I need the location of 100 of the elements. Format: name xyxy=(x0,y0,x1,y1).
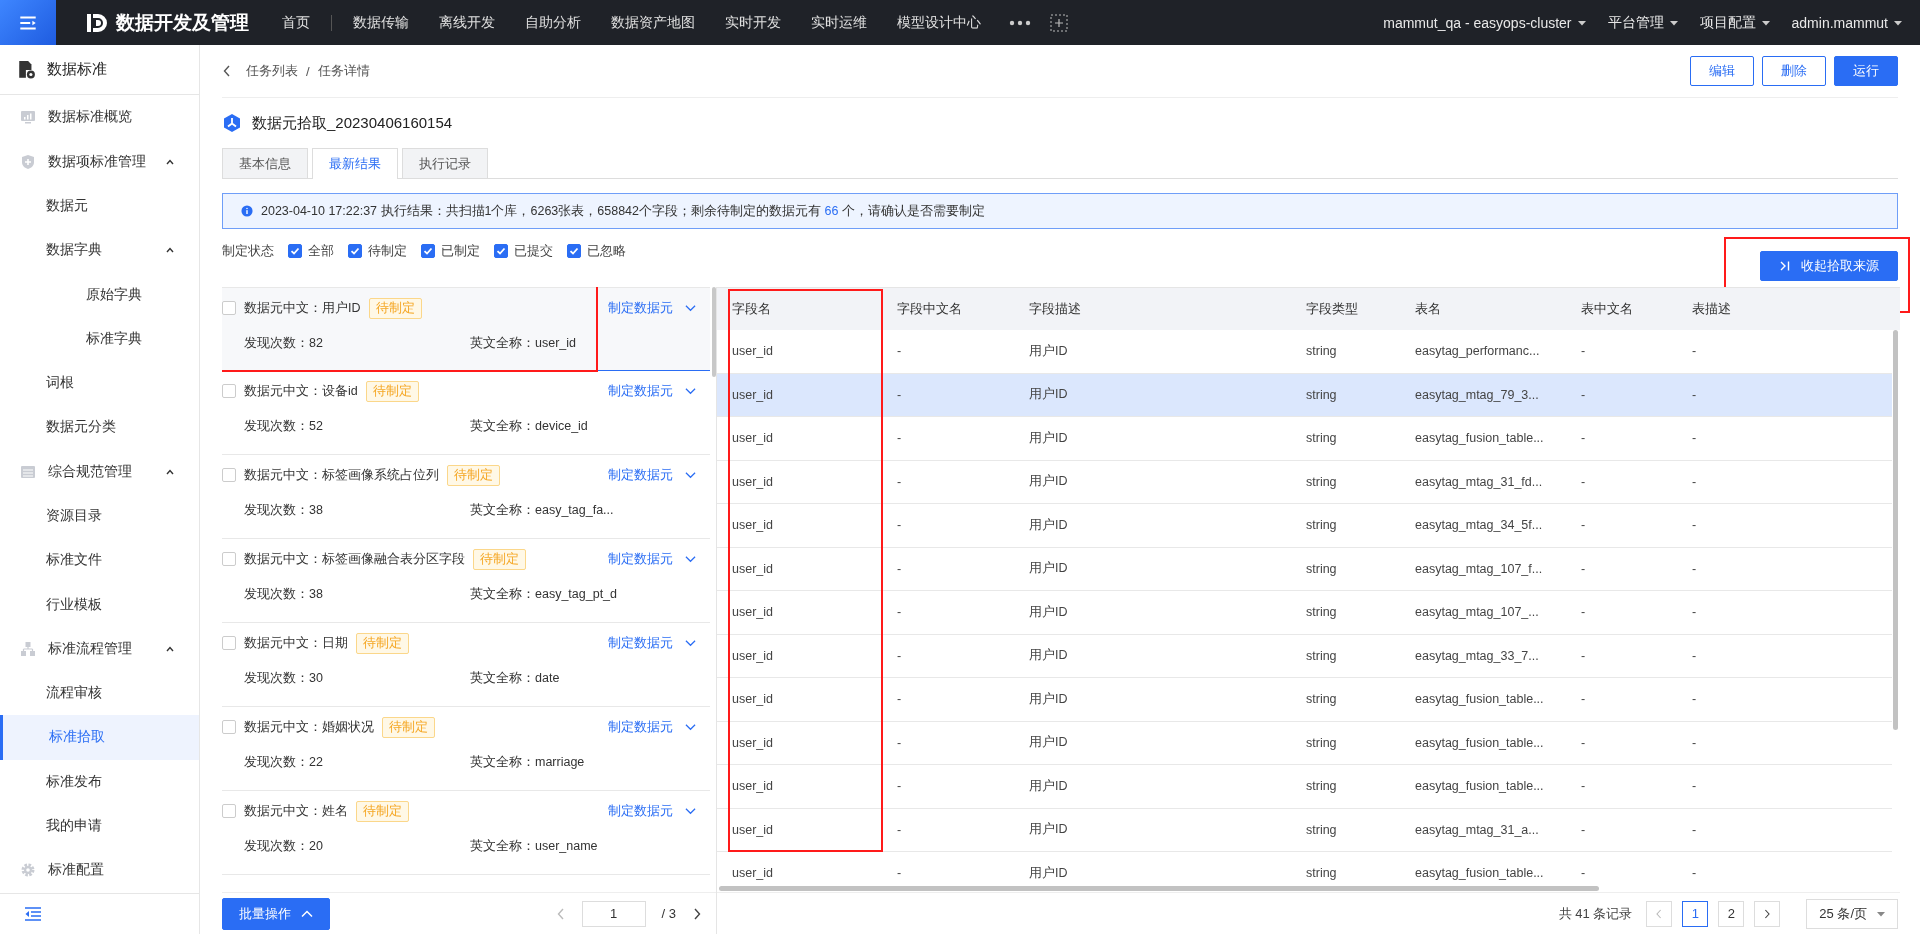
checkbox-label: 待制定 xyxy=(368,242,407,260)
checkbox[interactable] xyxy=(288,244,302,258)
chevron-down-icon[interactable] xyxy=(685,639,696,647)
define-link[interactable]: 制定数据元 xyxy=(608,718,673,736)
table-row[interactable]: user_id - 用户ID string easytag_mtag_107_f... - - xyxy=(717,547,1892,591)
sidebar-item[interactable]: 行业模板 xyxy=(0,582,199,627)
sidebar-item[interactable]: 标准拾取 xyxy=(0,715,199,760)
sidebar-item[interactable]: 数据元分类 xyxy=(0,405,199,450)
action-button[interactable]: 编辑 xyxy=(1690,56,1754,86)
sidebar-item[interactable]: 数据标准概览 xyxy=(0,95,199,140)
batch-button[interactable]: 批量操作 xyxy=(222,897,330,930)
chevron-down-icon[interactable] xyxy=(685,555,696,563)
table-row[interactable]: user_id - 用户ID string easytag_mtag_34_5f... - - xyxy=(717,504,1892,548)
collapse-menu-icon[interactable] xyxy=(24,905,42,922)
checkbox[interactable] xyxy=(222,636,236,650)
action-button[interactable]: 删除 xyxy=(1762,56,1826,86)
top-menu[interactable]: mammut_qa - easyops-cluster xyxy=(1383,13,1586,32)
table-row[interactable]: user_id - 用户ID string easytag_mtag_33_7... - - xyxy=(717,634,1892,678)
sidebar-item[interactable]: 标准文件 xyxy=(0,538,199,583)
top-menu[interactable]: 平台管理 xyxy=(1607,13,1678,32)
sidebar-item[interactable]: 数据元 xyxy=(0,183,199,229)
table-cell: string xyxy=(1306,735,1337,750)
chevron-down-icon[interactable] xyxy=(685,387,696,395)
vertical-scrollbar[interactable] xyxy=(1893,330,1898,730)
checkbox[interactable] xyxy=(421,244,435,258)
more-icon[interactable] xyxy=(1008,18,1032,27)
nav-link[interactable]: 数据传输 xyxy=(338,13,424,32)
table-row[interactable]: user_id - 用户ID string easytag_fusion_table... - - xyxy=(717,765,1892,809)
nav-link[interactable]: 实时开发 xyxy=(710,13,796,32)
add-square-icon[interactable] xyxy=(1050,13,1068,32)
table-row[interactable]: user_id - 用户ID string easytag_mtag_31_a... - - xyxy=(717,808,1892,852)
breadcrumb-link[interactable]: 任务列表 xyxy=(246,62,298,80)
define-link[interactable]: 制定数据元 xyxy=(608,550,673,568)
page-input[interactable]: 1 xyxy=(581,900,646,927)
table-row[interactable]: user_id - 用户ID string easytag_fusion_table... - - xyxy=(717,417,1892,461)
nav-link[interactable]: 实时运维 xyxy=(796,13,882,32)
horizontal-scrollbar[interactable] xyxy=(719,886,1599,891)
element-card[interactable]: 数据元中文：设备id 待制定 制定数据元 发现次数：52 英文全称：device_id xyxy=(222,371,710,455)
element-card[interactable]: 数据元中文：标签画像系统占位列 待制定 制定数据元 发现次数：38 英文全称：easy_tag_fa... xyxy=(222,455,710,539)
back-icon[interactable] xyxy=(222,64,232,78)
define-link[interactable]: 制定数据元 xyxy=(608,382,673,400)
sidebar-group[interactable]: 数据字典 xyxy=(0,228,199,273)
page-size-select[interactable]: 25 条/页 xyxy=(1806,898,1898,929)
checkbox[interactable] xyxy=(348,244,362,258)
sidebar-item[interactable]: 词根 xyxy=(0,360,199,406)
nav-link[interactable]: 离线开发 xyxy=(424,13,510,32)
action-button[interactable]: 运行 xyxy=(1834,56,1898,86)
checkbox[interactable] xyxy=(222,720,236,734)
nav-link[interactable]: 模型设计中心 xyxy=(882,13,996,32)
top-menu[interactable]: 项目配置 xyxy=(1699,13,1770,32)
element-card[interactable]: 数据元中文：用户ID 待制定 制定数据元 发现次数：82 英文全称：user_id xyxy=(222,287,710,371)
sidebar-item[interactable]: 原始字典 xyxy=(0,272,199,317)
table-row[interactable]: user_id - 用户ID string easytag_fusion_table... - - xyxy=(717,678,1892,722)
chevron-down-icon[interactable] xyxy=(685,471,696,479)
sidebar-item[interactable]: 标准配置 xyxy=(0,848,199,893)
table-row[interactable]: user_id - 用户ID string easytag_performanc... - - xyxy=(717,330,1892,374)
checkbox[interactable] xyxy=(222,301,236,315)
nav-link[interactable]: 数据资产地图 xyxy=(596,13,710,32)
checkbox[interactable] xyxy=(222,384,236,398)
page-button[interactable]: 1 xyxy=(1682,900,1709,927)
element-card[interactable]: 数据元中文：标签画像融合表分区字段 待制定 制定数据元 发现次数：38 英文全称：easy_tag_pt_d xyxy=(222,539,710,623)
tab[interactable]: 基本信息 xyxy=(222,148,308,178)
define-link[interactable]: 制定数据元 xyxy=(608,634,673,652)
table-row[interactable]: user_id - 用户ID string easytag_fusion_table... - - xyxy=(717,721,1892,765)
checkbox[interactable] xyxy=(222,804,236,818)
element-card[interactable]: 数据元中文：姓名 待制定 制定数据元 发现次数：20 英文全称：user_name xyxy=(222,791,710,875)
tab[interactable]: 执行记录 xyxy=(402,148,488,178)
sidebar-group[interactable]: 综合规范管理 xyxy=(0,449,199,494)
page-button[interactable]: 2 xyxy=(1718,900,1745,927)
sidebar-item[interactable]: 流程审核 xyxy=(0,671,199,716)
define-link[interactable]: 制定数据元 xyxy=(608,299,673,317)
chevron-down-icon[interactable] xyxy=(685,304,696,312)
sidebar-item[interactable]: 标准发布 xyxy=(0,759,199,804)
table-row[interactable]: user_id - 用户ID string easytag_mtag_31_fd... - - xyxy=(717,460,1892,504)
tab[interactable]: 最新结果 xyxy=(312,148,398,179)
breadcrumb-link[interactable]: 任务详情 xyxy=(317,62,370,80)
chevron-down-icon[interactable] xyxy=(685,723,696,731)
nav-link[interactable]: 首页 xyxy=(267,13,325,32)
checkbox[interactable] xyxy=(567,244,581,258)
sidebar-item[interactable]: 资源目录 xyxy=(0,493,199,539)
define-link[interactable]: 制定数据元 xyxy=(608,466,673,484)
chevron-down-icon[interactable] xyxy=(685,807,696,815)
menu-button[interactable] xyxy=(0,0,56,45)
checkbox[interactable] xyxy=(494,244,508,258)
nav-link[interactable]: 自助分析 xyxy=(510,13,596,32)
sidebar-group[interactable]: 数据项标准管理 xyxy=(0,139,199,184)
table-row[interactable]: user_id - 用户ID string easytag_mtag_79_3... - - xyxy=(717,373,1892,417)
element-card[interactable]: 数据元中文：婚姻状况 待制定 制定数据元 发现次数：22 英文全称：marriage xyxy=(222,707,710,791)
table-row[interactable]: user_id - 用户ID string easytag_mtag_107_... - - xyxy=(717,591,1892,635)
collapse-source-button[interactable]: 收起拾取来源 xyxy=(1760,251,1898,281)
define-link[interactable]: 制定数据元 xyxy=(608,802,673,820)
scrollbar[interactable] xyxy=(712,287,716,377)
next-page-icon[interactable] xyxy=(692,906,702,921)
checkbox[interactable] xyxy=(222,468,236,482)
sidebar-item[interactable]: 我的申请 xyxy=(0,803,199,849)
element-card[interactable]: 数据元中文：日期 待制定 制定数据元 发现次数：30 英文全称：date xyxy=(222,623,710,707)
sidebar-item[interactable]: 标准字典 xyxy=(0,316,199,361)
top-menu[interactable]: admin.mammut xyxy=(1791,13,1902,32)
checkbox[interactable] xyxy=(222,552,236,566)
sidebar-group[interactable]: 标准流程管理 xyxy=(0,626,199,672)
